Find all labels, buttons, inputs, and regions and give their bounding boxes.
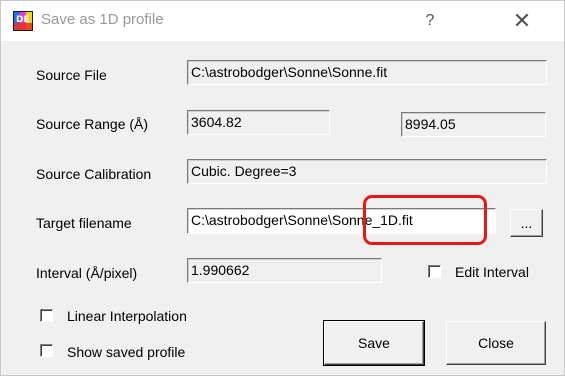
window-close-button[interactable]: ✕: [510, 8, 534, 34]
source-file-label: Source File: [36, 67, 107, 83]
interval-field: 1.990662: [187, 258, 382, 283]
linear-interpolation-label[interactable]: Linear Interpolation: [67, 308, 187, 324]
browse-button[interactable]: ...: [510, 209, 543, 237]
source-calibration-field: Cubic. Degree=3: [187, 159, 547, 184]
edit-interval-checkbox[interactable]: [428, 265, 441, 278]
help-button[interactable]: ?: [418, 10, 442, 32]
interval-label: Interval (Å/pixel): [36, 265, 138, 281]
svg-text:DE: DE: [16, 15, 30, 25]
target-filename-input[interactable]: C:\astrobodger\Sonne\Sonne_1D.fit: [187, 208, 496, 234]
save-1d-profile-dialog: DE Save as 1D profile ? ✕ Source File C:…: [0, 0, 565, 376]
show-saved-profile-label[interactable]: Show saved profile: [67, 344, 185, 360]
source-range-max-field: 8994.05: [401, 112, 546, 137]
source-calibration-label: Source Calibration: [36, 166, 152, 182]
title-bar: DE Save as 1D profile ? ✕: [1, 1, 564, 41]
edit-interval-label[interactable]: Edit Interval: [455, 264, 529, 280]
show-saved-profile-checkbox[interactable]: [40, 344, 53, 357]
window-title: Save as 1D profile: [41, 11, 164, 28]
source-range-label: Source Range (Å): [36, 116, 149, 132]
source-range-min-field: 3604.82: [187, 110, 330, 135]
app-logo-icon: DE: [13, 11, 33, 31]
linear-interpolation-checkbox[interactable]: [40, 309, 53, 322]
save-button[interactable]: Save: [323, 320, 425, 366]
source-file-field: C:\astrobodger\Sonne\Sonne.fit: [187, 60, 547, 85]
target-filename-label: Target filename: [36, 215, 132, 231]
close-button[interactable]: Close: [446, 321, 546, 365]
